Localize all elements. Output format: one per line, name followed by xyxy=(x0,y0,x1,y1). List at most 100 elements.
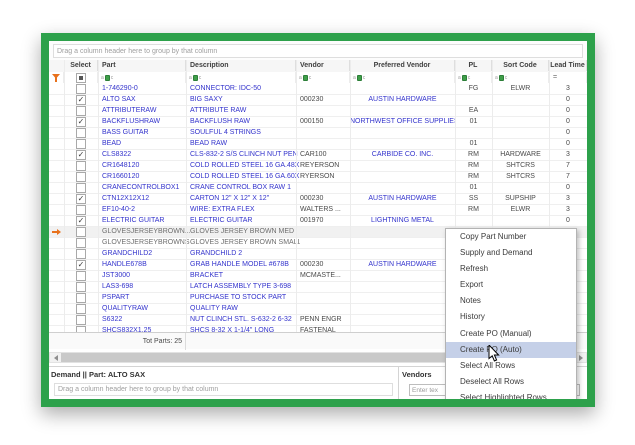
part-cell[interactable]: CR1660120 xyxy=(98,172,190,182)
preferred-vendor-cell[interactable]: AUSTIN HARDWARE xyxy=(350,95,455,105)
part-cell[interactable]: QUALITYRAW xyxy=(98,304,190,314)
part-cell[interactable]: BASS GUITAR xyxy=(98,128,190,138)
column-header-part[interactable]: Part xyxy=(98,60,186,71)
preferred-vendor-cell[interactable]: NORTHWEST OFFICE SUPPLIES xyxy=(350,117,455,127)
table-row[interactable]: 1-746290-0 CONNECTOR: IDC-50 FG ELWR 3 xyxy=(49,84,587,95)
column-header-lead_time[interactable]: Lead Time xyxy=(549,60,587,71)
description-cell[interactable]: CRANE CONTROL BOX RAW 1 xyxy=(186,183,300,193)
preferred-vendor-cell[interactable] xyxy=(350,238,455,248)
table-row[interactable]: EF10-40-2 WIRE: EXTRA FLEX WALTERS ... RM EL… xyxy=(49,205,587,216)
description-cell[interactable]: BRACKET xyxy=(186,271,300,281)
row-checkbox[interactable] xyxy=(76,293,86,303)
table-row[interactable]: ✓ ALTO SAX BIG SAXY 000230 AUSTIN HARDWARE 0 xyxy=(49,95,587,106)
column-header-description[interactable]: Description xyxy=(186,60,296,71)
row-checkbox[interactable] xyxy=(76,238,86,248)
menu-item-copy-part-number[interactable]: Copy Part Number xyxy=(446,229,576,245)
preferred-vendor-cell[interactable]: LIGHTNING METAL xyxy=(350,216,455,226)
row-checkbox[interactable] xyxy=(76,183,86,193)
part-cell[interactable]: CRANECONTROLBOX1 xyxy=(98,183,190,193)
description-cell[interactable]: PURCHASE TO STOCK PART xyxy=(186,293,300,303)
table-row[interactable]: ✓ CTN12X12X12 CARTON 12" X 12" X 12" 000230… xyxy=(49,194,587,205)
column-header-selected[interactable]: Select xyxy=(64,60,98,71)
row-checkbox[interactable]: ✓ xyxy=(76,260,86,270)
row-checkbox[interactable]: ✓ xyxy=(76,117,86,127)
description-cell[interactable]: CLS-832-2 S/S CLINCH NUT PEN xyxy=(186,150,300,160)
column-header-sort_code[interactable]: Sort Code xyxy=(492,60,549,71)
description-cell[interactable]: COLD ROLLED STEEL 16 GA.60X120 xyxy=(186,172,300,182)
part-cell[interactable]: PSPART xyxy=(98,293,190,303)
menu-item-history[interactable]: History xyxy=(446,309,576,325)
preferred-vendor-cell[interactable] xyxy=(350,227,455,237)
part-cell[interactable]: GRANDCHILD2 xyxy=(98,249,190,259)
description-cell[interactable]: WIRE: EXTRA FLEX xyxy=(186,205,300,215)
row-checkbox[interactable] xyxy=(76,161,86,171)
description-cell[interactable]: BEAD RAW xyxy=(186,139,300,149)
preferred-vendor-cell[interactable] xyxy=(350,161,455,171)
menu-item-refresh[interactable]: Refresh xyxy=(446,261,576,277)
preferred-vendor-cell[interactable] xyxy=(350,84,455,94)
menu-item-supply-and-demand[interactable]: Supply and Demand xyxy=(446,245,576,261)
scroll-left-button[interactable] xyxy=(50,353,61,362)
part-cell[interactable]: ATTRIBUTERAW xyxy=(98,106,190,116)
description-cell[interactable]: CARTON 12" X 12" X 12" xyxy=(186,194,300,204)
row-checkbox[interactable] xyxy=(76,172,86,182)
row-checkbox[interactable] xyxy=(76,271,86,281)
description-cell[interactable]: GRANDCHILD 2 xyxy=(186,249,300,259)
column-header-pl[interactable]: PL xyxy=(455,60,492,71)
description-cell[interactable]: SOULFUL 4 STRINGS xyxy=(186,128,300,138)
part-cell[interactable]: GLOVESJERSEYBROWN... xyxy=(98,227,190,237)
text-filter-icon[interactable]: ac xyxy=(101,74,113,81)
preferred-vendor-cell[interactable] xyxy=(350,128,455,138)
part-cell[interactable]: BEAD xyxy=(98,139,190,149)
menu-item-create-po-auto[interactable]: Create PO (Auto) xyxy=(446,341,576,358)
text-filter-icon[interactable]: ac xyxy=(299,74,311,81)
preferred-vendor-cell[interactable] xyxy=(350,304,455,314)
part-cell[interactable]: ELECTRIC GUITAR xyxy=(98,216,190,226)
row-checkbox[interactable]: ✓ xyxy=(76,95,86,105)
row-checkbox[interactable]: ✓ xyxy=(76,194,86,204)
column-header-vendor[interactable]: Vendor xyxy=(296,60,350,71)
row-checkbox[interactable] xyxy=(76,84,86,94)
preferred-vendor-cell[interactable]: AUSTIN HARDWARE xyxy=(350,260,455,270)
preferred-vendor-cell[interactable] xyxy=(350,271,455,281)
part-cell[interactable]: ALTO SAX xyxy=(98,95,190,105)
description-cell[interactable]: LATCH ASSEMBLY TYPE 3-698 xyxy=(186,282,300,292)
menu-item-deselect-all-rows[interactable]: Deselect All Rows xyxy=(446,374,576,390)
preferred-vendor-cell[interactable] xyxy=(350,139,455,149)
row-checkbox[interactable] xyxy=(76,315,86,325)
pane-splitter[interactable] xyxy=(398,367,399,399)
part-cell[interactable]: LAS3-698 xyxy=(98,282,190,292)
description-cell[interactable]: ELECTRIC GUITAR xyxy=(186,216,300,226)
text-filter-icon[interactable]: ac xyxy=(189,74,201,81)
row-checkbox[interactable] xyxy=(76,128,86,138)
table-row[interactable]: CRANECONTROLBOX1 CRANE CONTROL BOX RAW 1 0… xyxy=(49,183,587,194)
text-filter-icon[interactable]: ac xyxy=(458,74,470,81)
menu-item-select-highlighted-rows[interactable]: Select Highlighted Rows xyxy=(446,390,576,399)
description-cell[interactable]: GRAB HANDLE MODEL #678B xyxy=(186,260,300,270)
text-filter-icon[interactable]: ac xyxy=(353,74,365,81)
row-checkbox[interactable] xyxy=(76,249,86,259)
row-checkbox[interactable] xyxy=(76,106,86,116)
preferred-vendor-cell[interactable] xyxy=(350,172,455,182)
part-cell[interactable]: JST3000 xyxy=(98,271,190,281)
table-row[interactable]: CR1660120 COLD ROLLED STEEL 16 GA.60X120 R… xyxy=(49,172,587,183)
description-cell[interactable]: GLOVES JERSEY BROWN MED xyxy=(186,227,300,237)
menu-item-create-po-manual[interactable]: Create PO (Manual) xyxy=(446,326,576,342)
group-by-panel[interactable]: Drag a column header here to group by th… xyxy=(49,41,587,61)
description-cell[interactable]: QUALITY RAW xyxy=(186,304,300,314)
preferred-vendor-cell[interactable] xyxy=(350,205,455,215)
description-cell[interactable]: BIG SAXY xyxy=(186,95,300,105)
preferred-vendor-cell[interactable] xyxy=(350,293,455,303)
menu-item-export[interactable]: Export xyxy=(446,277,576,293)
row-checkbox[interactable] xyxy=(76,205,86,215)
row-checkbox[interactable] xyxy=(76,139,86,149)
part-cell[interactable]: CTN12X12X12 xyxy=(98,194,190,204)
preferred-vendor-cell[interactable] xyxy=(350,183,455,193)
part-cell[interactable]: BACKFLUSHRAW xyxy=(98,117,190,127)
preferred-vendor-cell[interactable] xyxy=(350,282,455,292)
part-cell[interactable]: CLS8322 xyxy=(98,150,190,160)
preferred-vendor-cell[interactable]: AUSTIN HARDWARE xyxy=(350,194,455,204)
table-row[interactable]: BASS GUITAR SOULFUL 4 STRINGS 0 xyxy=(49,128,587,139)
row-checkbox[interactable]: ✓ xyxy=(76,150,86,160)
table-row[interactable]: ✓ ELECTRIC GUITAR ELECTRIC GUITAR 001970 LIG… xyxy=(49,216,587,227)
